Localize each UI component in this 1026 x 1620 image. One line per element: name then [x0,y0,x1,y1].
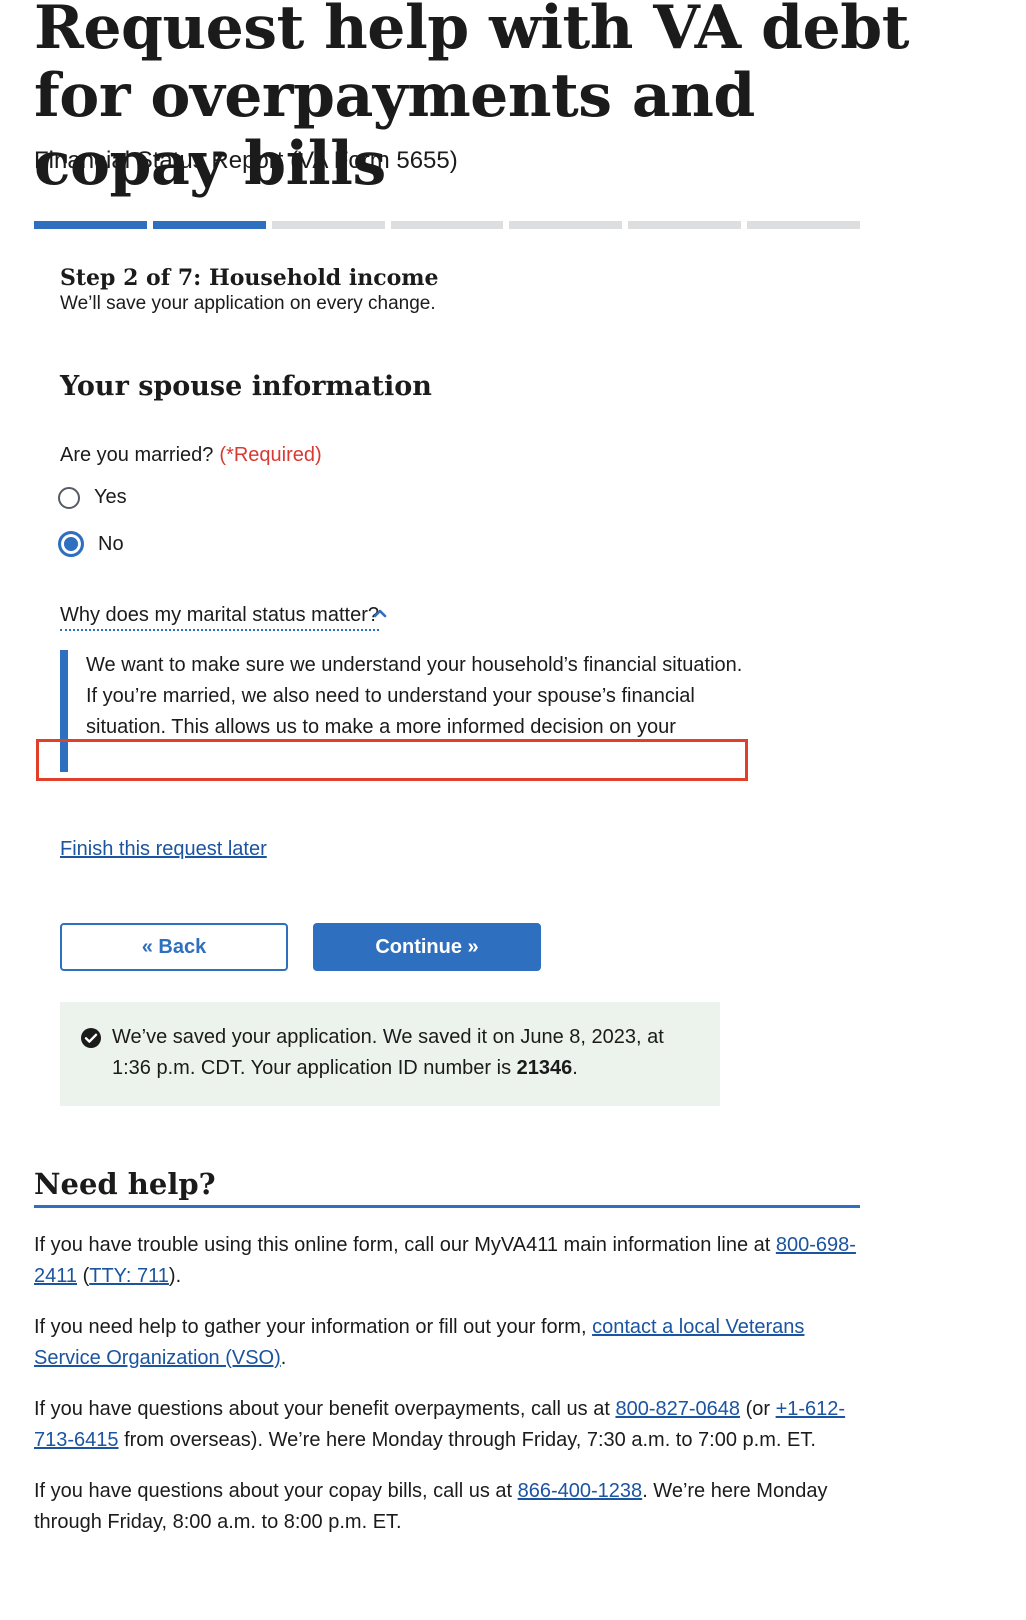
progress-segment-5 [509,221,623,229]
progress-segment-7 [747,221,861,229]
help-paragraph-4: If you have questions about your copay b… [34,1476,864,1538]
required-indicator: (*Required) [219,444,322,466]
radio-option-yes[interactable]: Yes [58,486,127,509]
saved-alert-period: . [572,1057,578,1079]
saved-alert: We’ve saved your application. We saved i… [60,1002,720,1106]
finish-later-link[interactable]: Finish this request later [60,838,267,861]
help-p3-mid: (or [740,1398,776,1420]
continue-button[interactable]: Continue » [313,923,541,971]
tty-link[interactable]: TTY: 711 [89,1265,169,1287]
marital-status-info-toggle[interactable]: Why does my marital status matter? [60,602,379,631]
info-paragraph-1: We want to make sure we understand your … [86,654,743,676]
section-title: Your spouse information [60,371,432,402]
help-paragraph-2: If you need help to gather your informat… [34,1316,805,1369]
need-help-heading: Need help? [34,1167,216,1201]
chevron-up-icon[interactable] [372,605,388,621]
help-p4-text: If you have questions about your copay b… [34,1480,518,1502]
progress-segment-4 [390,221,504,229]
help-p3-end: from overseas). We’re here Monday throug… [118,1429,816,1451]
help-paragraph-1: If you have trouble using this online fo… [34,1234,856,1287]
check-circle-icon [81,1028,101,1048]
back-button[interactable]: « Back [60,923,288,971]
radio-no-label: No [98,532,124,555]
copay-phone-link[interactable]: 866-400-1238 [518,1480,643,1502]
step-title: Step 2 of 7: Household income [60,265,439,291]
progress-segment-3 [271,221,385,229]
highlight-box [36,739,748,781]
married-question-label: Are you married? (*Required) [60,442,322,468]
application-id: 21346 [516,1057,573,1079]
radio-yes-label: Yes [94,486,127,508]
radio-option-no[interactable]: No [58,531,124,557]
form-subtitle: Financial Status Report (VA Form 5655) [34,147,458,174]
help-p1-text: If you have trouble using this online fo… [34,1234,776,1256]
overpayment-phone-link[interactable]: 800-827-0648 [615,1398,740,1420]
help-p2-text: If you need help to gather your informat… [34,1316,593,1338]
radio-no-input[interactable] [58,531,84,557]
step-subtitle: We’ll save your application on every cha… [60,293,436,314]
help-paragraph-3: If you have questions about your benefit… [34,1394,864,1456]
saved-alert-text: We’ve saved your application. We saved i… [112,1026,664,1079]
progress-segment-2 [152,221,266,229]
radio-yes-input[interactable] [58,486,80,509]
progress-segment-6 [628,221,742,229]
help-p3-text: If you have questions about your benefit… [34,1398,616,1420]
need-help-divider [34,1205,860,1208]
progress-segment-1 [34,221,147,229]
progress-bar [34,221,861,229]
question-text: Are you married? [60,444,214,466]
info-paragraph-2: If you’re married, we also need to under… [86,685,695,738]
